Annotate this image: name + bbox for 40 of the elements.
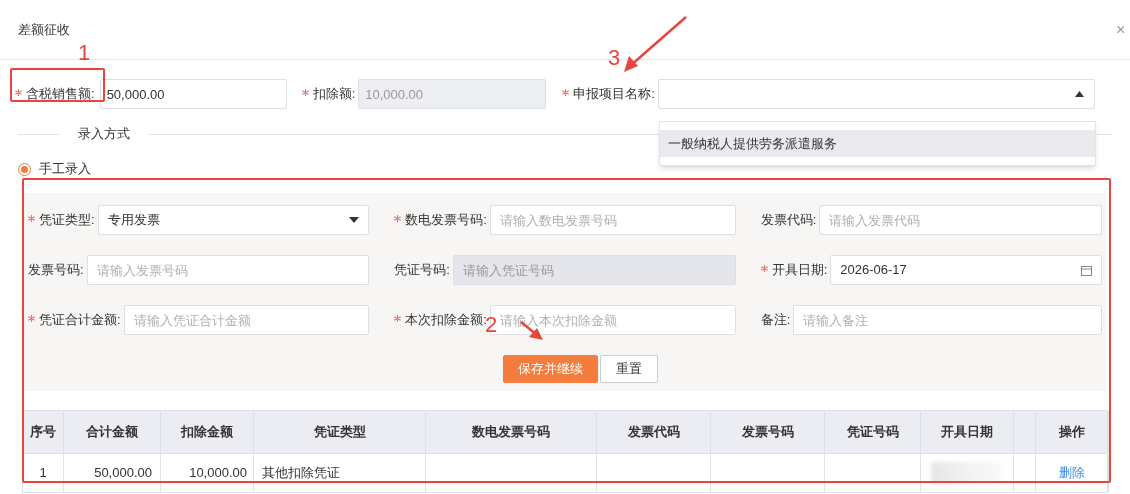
select-field[interactable]: 专用发票 (97, 205, 370, 235)
table-cell-text: 1 (39, 464, 47, 483)
amount-input[interactable]: 50,000.00 (99, 79, 287, 109)
delete-link[interactable]: 删除 (1059, 463, 1085, 483)
field-label: 发票代码: (760, 211, 817, 230)
caret-icon (1074, 91, 1084, 97)
annotation-number: 1 (78, 42, 91, 64)
dialog-title: 差额征收 (18, 20, 70, 39)
field-label: 凭证号码: (394, 261, 450, 280)
radio-option[interactable]: 手工录入 (18, 159, 91, 179)
field-label: 凭证类型: (39, 211, 95, 230)
text-input[interactable]: 请输入凭证合计金额 (123, 305, 370, 335)
table-cell-text: 其他扣除凭证 (262, 464, 340, 483)
field-label: 本次扣除金额: (405, 311, 487, 328)
field-label: 申报项目名称: (573, 85, 655, 104)
field-label: 数电发票号码: (405, 211, 487, 230)
disabled-input: 请输入凭证号码 (452, 255, 736, 285)
table-cell-text: 10,000.00 (189, 464, 247, 483)
field-label: 扣除额: (312, 85, 356, 104)
select-field[interactable] (657, 79, 1095, 109)
text-input[interactable]: 请输入发票代码 (819, 205, 1102, 235)
caret-icon (349, 217, 360, 223)
field-label: 发票号码: (28, 261, 84, 280)
date-value: 2026-06-17 (840, 261, 907, 280)
disabled-input: 10,000.00 (358, 79, 547, 109)
reset-button[interactable]: 重置 (599, 355, 658, 383)
select-value: 专用发票 (107, 211, 160, 230)
field-label: 含税销售额: (26, 85, 95, 104)
field-label: 凭证合计金额: (39, 311, 121, 330)
field-label: 开具日期: (771, 261, 828, 280)
text-input[interactable]: 请输入备注 (793, 305, 1102, 335)
table-cell-text: 50,000.00 (94, 464, 152, 483)
dropdown-option[interactable]: 一般纳税人提供劳务派遣服务 (660, 130, 1096, 157)
text-input[interactable]: 请输入数电发票号码 (489, 205, 736, 235)
section-title: 录入方式 (77, 125, 131, 144)
field-label: 备注: (760, 311, 791, 330)
date-field[interactable]: 2026-06-17 (830, 255, 1102, 285)
calendar-icon (1081, 264, 1092, 276)
annotation-number: 3 (608, 47, 621, 69)
text-input[interactable]: 请输入发票号码 (86, 255, 370, 285)
